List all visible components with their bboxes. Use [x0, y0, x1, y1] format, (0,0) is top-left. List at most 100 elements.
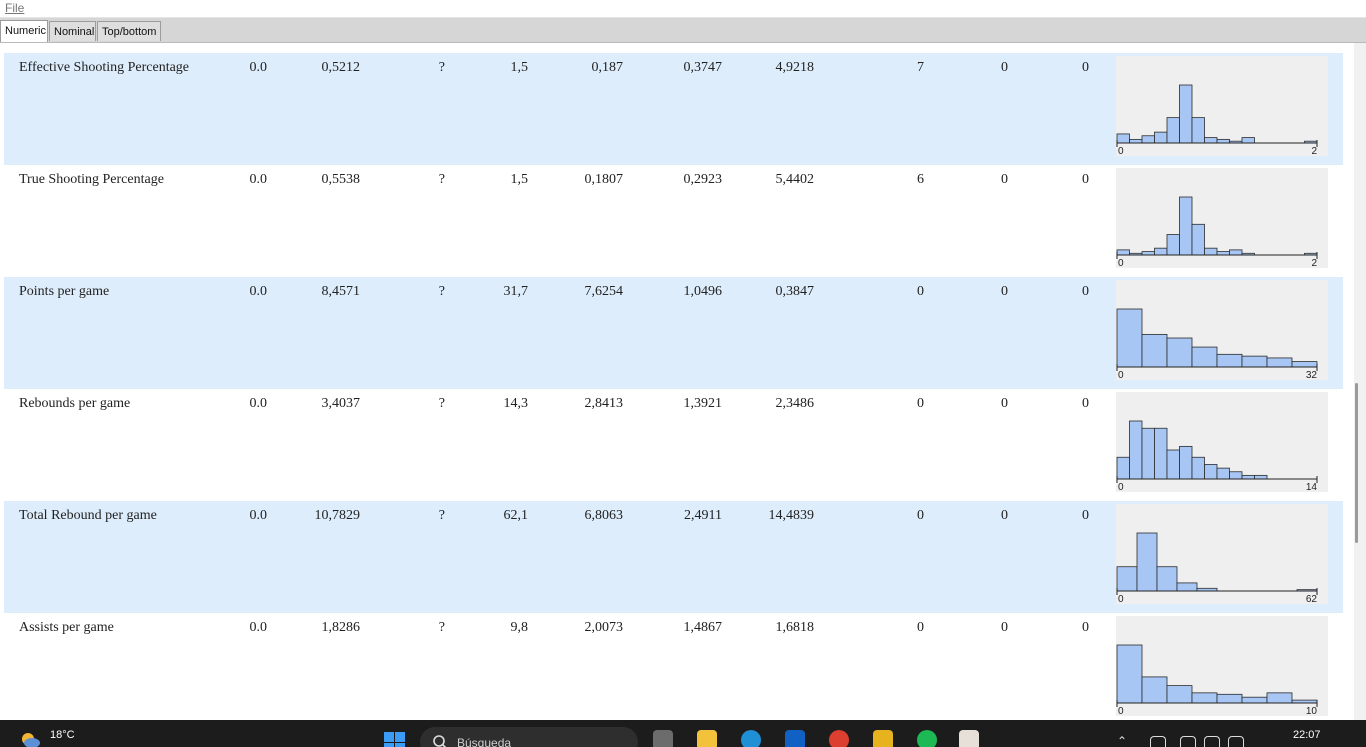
taskbar-clock: 22:07	[1293, 729, 1321, 741]
histogram-bar	[1116, 249, 1130, 256]
histogram-bar	[1154, 247, 1168, 256]
histogram-bar	[1179, 196, 1193, 256]
histogram-bar	[1254, 474, 1268, 480]
unique-count: 0	[1082, 396, 1089, 411]
histogram-bar	[1191, 346, 1218, 368]
distinct-count: 6	[917, 172, 924, 187]
attribute-name: Effective Shooting Percentage	[19, 60, 190, 75]
tab-numeric[interactable]: Numeric	[0, 20, 48, 42]
app-icon[interactable]	[959, 730, 979, 747]
min-value: 0.0	[249, 172, 268, 187]
search-placeholder: Búsqueda	[457, 736, 512, 747]
attribute-name: Assists per game	[19, 620, 114, 635]
file-explorer-icon[interactable]	[697, 730, 717, 747]
missing-count: 0	[1001, 284, 1008, 299]
skewness-value: 2,4911	[684, 508, 722, 523]
histogram: 0 32	[1116, 280, 1328, 380]
search-icon	[433, 735, 447, 747]
outlook-icon[interactable]	[785, 730, 805, 747]
table-row[interactable]: Points per game 0.0 8,4571? 31,7 7,6254 1,049…	[4, 277, 1343, 389]
histogram-bar	[1116, 644, 1143, 704]
scrollbar-thumb[interactable]	[1355, 383, 1358, 543]
table-row[interactable]: Rebounds per game 0.0 3,4037? 14,3 2,8413 1,3…	[4, 389, 1343, 501]
tab-top-bottom[interactable]: Top/bottom	[97, 21, 161, 41]
histogram-min-label: 0	[1118, 482, 1124, 492]
histogram-max-label: 32	[1306, 370, 1318, 380]
file-menu[interactable]: File	[5, 1, 24, 15]
wifi-icon[interactable]	[1180, 736, 1196, 747]
mode-value: ?	[438, 508, 445, 523]
histogram-bar	[1156, 566, 1178, 592]
table-row[interactable]: True Shooting Percentage 0.0 0,5538? 1,5 0,1…	[4, 165, 1343, 277]
histogram-max-label: 62	[1306, 594, 1318, 604]
kurtosis-value: 2,3486	[775, 396, 815, 411]
windows-start-icon[interactable]	[384, 732, 406, 747]
table-row[interactable]: Total Rebound per game 0.0 10,7829? 62,1 6,8…	[4, 501, 1343, 613]
histogram-bar	[1136, 532, 1158, 592]
unique-count: 0	[1082, 172, 1089, 187]
histogram-bar	[1166, 337, 1193, 368]
histogram-bar	[1116, 456, 1130, 480]
min-value: 0.0	[249, 284, 268, 299]
histogram-bar	[1141, 427, 1155, 480]
volume-icon[interactable]	[1204, 736, 1220, 747]
attribute-name: True Shooting Percentage	[19, 172, 164, 187]
histogram-bar	[1266, 357, 1293, 368]
skewness-value: 0,2923	[683, 172, 723, 187]
taskbar: 18°C Búsqueda ⌃ 22:07	[0, 720, 1366, 747]
distinct-count: 0	[917, 396, 924, 411]
edge-browser-icon[interactable]	[741, 730, 761, 747]
chrome-icon[interactable]	[829, 730, 849, 747]
max-value: 1,5	[510, 172, 529, 187]
mode-value: ?	[438, 172, 445, 187]
attribute-name: Rebounds per game	[19, 396, 131, 411]
skewness-value: 1,0496	[683, 284, 723, 299]
histogram-bar	[1154, 131, 1168, 144]
histogram-bar	[1191, 692, 1218, 704]
stddev-value: 2,0073	[584, 620, 624, 635]
tray-cloud-icon[interactable]	[1150, 736, 1166, 747]
weather-icon[interactable]	[18, 727, 42, 747]
histogram-bar	[1216, 138, 1230, 144]
stddev-value: 2,8413	[584, 396, 624, 411]
vertical-scrollbar[interactable]	[1354, 43, 1366, 720]
kurtosis-value: 5,4402	[775, 172, 815, 187]
spotify-icon[interactable]	[917, 730, 937, 747]
vlc-icon[interactable]	[873, 730, 893, 747]
histogram-max-label: 10	[1306, 706, 1318, 716]
tab-nominal[interactable]: Nominal	[49, 21, 96, 41]
histogram-bar	[1116, 133, 1130, 144]
histogram-bar	[1291, 361, 1318, 368]
min-value: 0.0	[249, 396, 268, 411]
histogram-bar	[1204, 247, 1218, 256]
histogram-bar	[1129, 138, 1143, 144]
histogram: 0 10	[1116, 616, 1328, 716]
histogram-bar	[1166, 234, 1180, 256]
mean-value: 3,4037	[321, 396, 361, 411]
mode-value: ?	[438, 60, 445, 75]
table-row[interactable]: Assists per game 0.0 1,8286? 9,8 2,0073 1,486…	[4, 613, 1343, 720]
histogram-bar	[1191, 456, 1205, 480]
histogram-bar	[1204, 464, 1218, 480]
tab-bar: Numeric Nominal Top/bottom	[0, 18, 1366, 43]
histogram-max-label: 2	[1311, 146, 1317, 156]
min-value: 0.0	[249, 60, 268, 75]
stddev-value: 6,8063	[584, 508, 624, 523]
unique-count: 0	[1082, 620, 1089, 635]
kurtosis-value: 4,9218	[775, 60, 815, 75]
mean-value: 0,5538	[321, 172, 361, 187]
max-value: 62,1	[503, 508, 529, 523]
tray-chevron-up-icon[interactable]: ⌃	[1117, 734, 1127, 747]
histogram-min-label: 0	[1118, 706, 1124, 716]
task-view-icon[interactable]	[653, 730, 673, 747]
battery-icon[interactable]	[1228, 736, 1244, 747]
max-value: 9,8	[510, 620, 529, 635]
menu-bar: File	[0, 0, 1366, 18]
histogram-bar	[1179, 84, 1193, 144]
mean-value: 8,4571	[321, 284, 361, 299]
histogram: 0 14	[1116, 392, 1328, 492]
table-row[interactable]: Effective Shooting Percentage 0.0 0,5212? 1…	[4, 53, 1343, 165]
max-value: 31,7	[503, 284, 529, 299]
histogram-bar	[1216, 467, 1230, 480]
taskbar-search-box[interactable]: Búsqueda	[420, 727, 638, 747]
